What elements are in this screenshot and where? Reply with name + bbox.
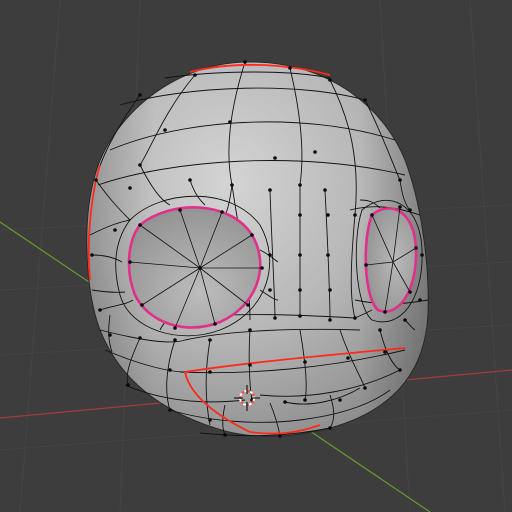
viewport-canvas[interactable] <box>0 0 512 512</box>
3d-viewport[interactable] <box>0 0 512 512</box>
head-mesh[interactable] <box>86 60 429 438</box>
